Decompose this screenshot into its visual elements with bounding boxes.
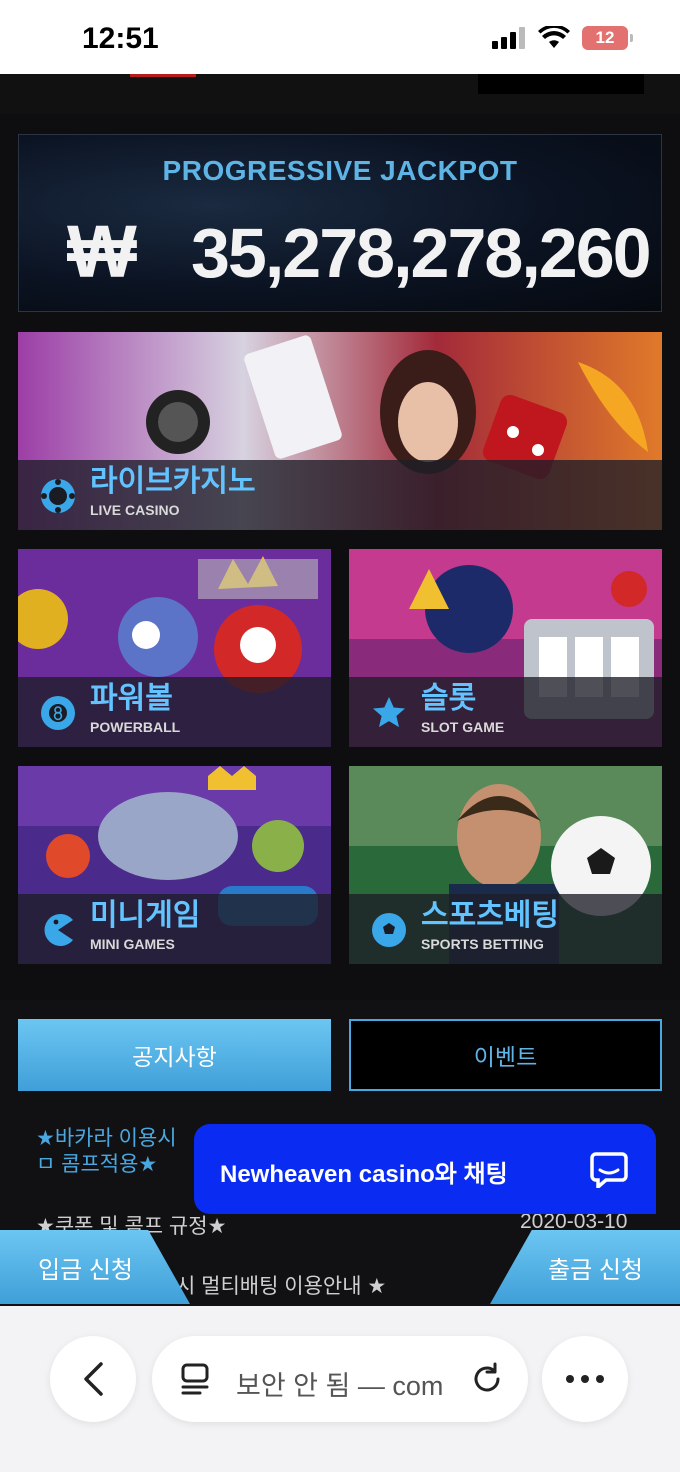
tile-title: 파워볼 xyxy=(90,682,173,715)
soccer-ball-icon xyxy=(372,913,406,947)
url-text: 보안 안 됨 — com xyxy=(236,1371,444,1401)
browser-toolbar: 보안 안 됨 — com xyxy=(0,1306,680,1472)
chat-label: Newheaven casino와 채팅 xyxy=(220,1161,508,1188)
notice-item[interactable]: 시 멀티배팅 이용안내 ★ xyxy=(176,1270,386,1300)
header-block xyxy=(478,74,644,94)
tile-sports-betting[interactable]: 스포츠베팅 SPORTS BETTING xyxy=(349,766,662,964)
site-header xyxy=(0,74,680,114)
tile-subtitle: LIVE CASINO xyxy=(90,502,180,518)
tile-powerball[interactable]: 파워볼 POWERBALL xyxy=(18,549,331,747)
chat-widget-button[interactable]: Newheaven casino와 채팅 xyxy=(194,1124,656,1214)
header-accent xyxy=(130,74,196,77)
poker-chip-icon xyxy=(41,479,75,513)
webpage: PROGRESSIVE JACKPOT ₩ 35,278,278,260 라이브… xyxy=(0,74,680,1306)
tile-title: 라이브카지노 xyxy=(90,465,256,498)
status-time: 12:51 xyxy=(82,22,159,55)
reader-mode-icon xyxy=(181,1363,209,1395)
signal-icon xyxy=(492,27,525,49)
ellipsis-icon xyxy=(566,1375,604,1383)
status-icons: 12 xyxy=(492,26,633,50)
eight-ball-icon xyxy=(41,696,75,730)
jackpot-amount: 35,278,278,260 xyxy=(191,214,652,292)
tile-subtitle: MINI GAMES xyxy=(90,936,175,952)
more-button[interactable] xyxy=(542,1336,628,1422)
tile-mini-games[interactable]: 미니게임 MINI GAMES xyxy=(18,766,331,964)
chevron-left-icon xyxy=(84,1362,103,1396)
battery-indicator: 12 xyxy=(582,26,633,50)
tile-title: 미니게임 xyxy=(90,899,201,932)
tile-title: 슬롯 xyxy=(421,682,477,715)
tab-notice[interactable]: 공지사항 xyxy=(18,1019,331,1091)
tile-slot-game[interactable]: 슬롯 SLOT GAME xyxy=(349,549,662,747)
jackpot-title: PROGRESSIVE JACKPOT xyxy=(162,155,518,186)
status-bar: 12:51 12 xyxy=(0,0,680,74)
notice-item[interactable]: ★바카라 이용시 ㅁ 콤프적용★ xyxy=(36,1126,196,1178)
tile-subtitle: POWERBALL xyxy=(90,719,181,735)
jackpot-banner: PROGRESSIVE JACKPOT ₩ 35,278,278,260 xyxy=(18,134,662,312)
tile-subtitle: SPORTS BETTING xyxy=(421,936,544,952)
wifi-icon xyxy=(538,26,570,48)
jackpot-currency: ₩ xyxy=(67,210,137,293)
star-icon xyxy=(373,697,405,728)
tab-event[interactable]: 이벤트 xyxy=(349,1019,662,1091)
back-button[interactable] xyxy=(50,1336,136,1422)
tile-live-casino[interactable]: 라이브카지노 LIVE CASINO xyxy=(18,332,662,530)
pacman-icon xyxy=(44,914,73,946)
address-bar[interactable]: 보안 안 됨 — com xyxy=(152,1336,528,1422)
chat-bubble-icon xyxy=(590,1152,628,1188)
reload-icon[interactable] xyxy=(470,1362,504,1396)
tile-subtitle: SLOT GAME xyxy=(421,719,505,735)
tile-title: 스포츠베팅 xyxy=(421,899,559,932)
